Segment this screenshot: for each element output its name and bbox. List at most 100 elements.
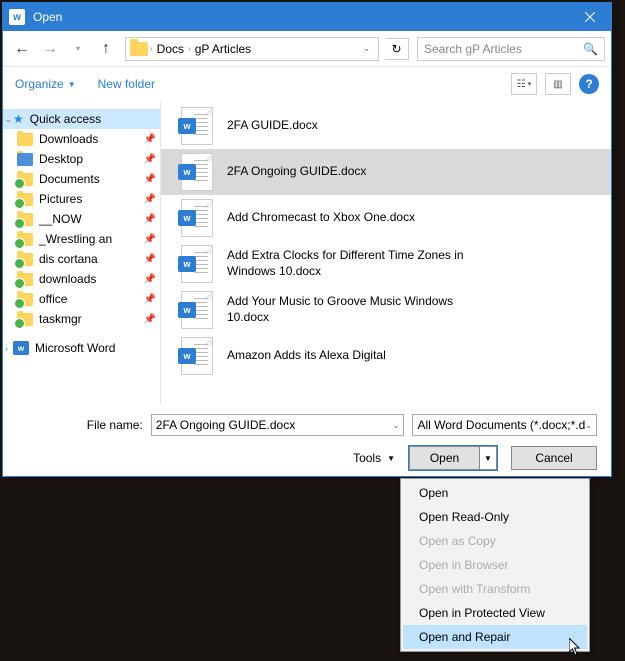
folder-icon (17, 173, 33, 186)
menu-item: Open with Transform (403, 577, 587, 601)
file-name: Add Your Music to Groove Music Windows 1… (227, 294, 487, 325)
sidebar-item-label: __NOW (39, 212, 82, 226)
file-item[interactable]: w2FA Ongoing GUIDE.docx (161, 149, 611, 195)
word-document-icon: w (181, 291, 213, 329)
menu-item[interactable]: Open (403, 481, 587, 505)
cancel-button[interactable]: Cancel (511, 446, 597, 470)
file-item[interactable]: w Add Extra Clocks for Different Time Zon… (161, 241, 611, 287)
new-folder-button[interactable]: New folder (98, 77, 155, 91)
sidebar-item[interactable]: office 📌 (3, 289, 160, 309)
menu-item[interactable]: Open in Protected View (403, 601, 587, 625)
folder-icon (17, 233, 33, 246)
word-document-icon: w (181, 199, 213, 237)
word-document-icon: w (181, 245, 213, 283)
preview-pane-button[interactable]: ▥ (545, 73, 571, 95)
sidebar-item[interactable]: dis cortana 📌 (3, 249, 160, 269)
file-list[interactable]: w2FA GUIDE.docxw2FA Ongoing GUIDE.docxwA… (161, 101, 611, 404)
organize-button[interactable]: Organize▼ (15, 77, 76, 91)
file-name: Add Extra Clocks for Different Time Zone… (227, 248, 487, 279)
menu-item[interactable]: Open Read-Only (403, 505, 587, 529)
word-document-icon: w (181, 107, 213, 145)
sidebar-item-label: dis cortana (39, 252, 98, 266)
sidebar-item-label: Pictures (39, 192, 82, 206)
folder-icon (17, 253, 33, 266)
pin-icon: 📌 (144, 234, 156, 245)
command-bar: Organize▼ New folder ☷ ▥ ? (3, 67, 611, 101)
sidebar-item-label: office (39, 292, 67, 306)
sidebar-item-quick-access[interactable]: ⌄ ★ Quick access (3, 109, 160, 129)
file-name: Amazon Adds its Alexa Digital (227, 348, 386, 364)
pin-icon: 📌 (144, 214, 156, 225)
sidebar-item-label: Documents (39, 172, 100, 186)
pin-icon: 📌 (144, 254, 156, 265)
pin-icon: 📌 (144, 154, 156, 165)
pin-icon: 📌 (144, 194, 156, 205)
window-title: Open (33, 10, 569, 24)
search-icon: 🔍 (583, 42, 598, 56)
open-dropdown-button[interactable]: ▼ (480, 447, 496, 469)
sidebar-item-label: Microsoft Word (35, 341, 115, 355)
forward-button[interactable]: → (37, 36, 63, 62)
sidebar-item[interactable]: Documents 📌 (3, 169, 160, 189)
back-button[interactable]: ← (9, 36, 35, 62)
menu-item: Open in Browser (403, 553, 587, 577)
sidebar-item[interactable]: Pictures 📌 (3, 189, 160, 209)
sidebar-item-label: _Wrestling an (39, 232, 112, 246)
navigation-bar: ← → ▾ ↑ › Docs › gP Articles ⌄ ↻ Search … (3, 31, 611, 67)
folder-icon (17, 153, 33, 166)
help-button[interactable]: ? (579, 74, 599, 94)
folder-icon (17, 293, 33, 306)
sidebar-item-label: Quick access (30, 112, 101, 126)
sidebar-item[interactable]: _Wrestling an 📌 (3, 229, 160, 249)
sidebar-item[interactable]: __NOW 📌 (3, 209, 160, 229)
recent-dropdown[interactable]: ▾ (65, 36, 91, 62)
file-type-select[interactable]: All Word Documents (*.docx;*.d ⌄ (412, 414, 597, 436)
menu-item: Open as Copy (403, 529, 587, 553)
folder-icon (17, 273, 33, 286)
open-dialog: w Open ← → ▾ ↑ › Docs › gP Articles ⌄ ↻ … (2, 2, 612, 477)
word-document-icon: w (181, 337, 213, 375)
pin-icon: 📌 (144, 174, 156, 185)
sidebar-item-word[interactable]: › w Microsoft Word (3, 335, 160, 358)
refresh-button[interactable]: ↻ (385, 38, 409, 60)
address-bar[interactable]: › Docs › gP Articles ⌄ (125, 37, 379, 61)
folder-icon (17, 133, 33, 146)
open-button[interactable]: Open (410, 447, 480, 469)
address-dropdown-icon[interactable]: ⌄ (359, 44, 374, 53)
view-options-button[interactable]: ☷ (511, 73, 537, 95)
file-name: 2FA GUIDE.docx (227, 118, 318, 134)
open-split-button: Open ▼ (409, 446, 497, 470)
chevron-down-icon: ⌄ (585, 421, 592, 430)
sidebar-item-label: taskmgr (39, 312, 82, 326)
open-dropdown-menu: OpenOpen Read-OnlyOpen as CopyOpen in Br… (400, 478, 590, 652)
file-item[interactable]: w Amazon Adds its Alexa Digital (161, 333, 611, 379)
search-input[interactable]: Search gP Articles 🔍 (417, 37, 605, 61)
word-app-icon: w (9, 9, 25, 25)
file-name: Add Chromecast to Xbox One.docx (227, 210, 415, 226)
breadcrumb-segment[interactable]: gP Articles (191, 42, 255, 56)
file-item[interactable]: w Add Chromecast to Xbox One.docx (161, 195, 611, 241)
filename-input[interactable]: 2FA Ongoing GUIDE.docx ⌄ (151, 414, 405, 436)
breadcrumb-segment[interactable]: Docs (153, 42, 188, 56)
sidebar-item[interactable]: taskmgr 📌 (3, 309, 160, 329)
folder-icon (17, 313, 33, 326)
close-button[interactable] (569, 3, 611, 31)
sidebar-item[interactable]: Desktop 📌 (3, 149, 160, 169)
file-name: 2FA Ongoing GUIDE.docx (227, 164, 366, 180)
menu-item[interactable]: Open and Repair (403, 625, 587, 649)
file-item[interactable]: w Add Your Music to Groove Music Windows … (161, 287, 611, 333)
pin-icon: 📌 (144, 314, 156, 325)
word-icon: w (13, 341, 29, 355)
sidebar-item-label: Downloads (39, 132, 98, 146)
sidebar-item-label: Desktop (39, 152, 83, 166)
chevron-down-icon[interactable]: ⌄ (393, 421, 400, 430)
up-button[interactable]: ↑ (93, 36, 119, 62)
pin-icon: 📌 (144, 134, 156, 145)
pin-icon: 📌 (144, 294, 156, 305)
sidebar-item[interactable]: Downloads 📌 (3, 129, 160, 149)
filename-label: File name: (3, 418, 151, 432)
tools-button[interactable]: Tools▼ (353, 451, 395, 465)
sidebar-item[interactable]: downloads📌 (3, 269, 160, 289)
star-icon: ★ (13, 112, 24, 126)
file-item[interactable]: w 2FA GUIDE.docx (161, 103, 611, 149)
